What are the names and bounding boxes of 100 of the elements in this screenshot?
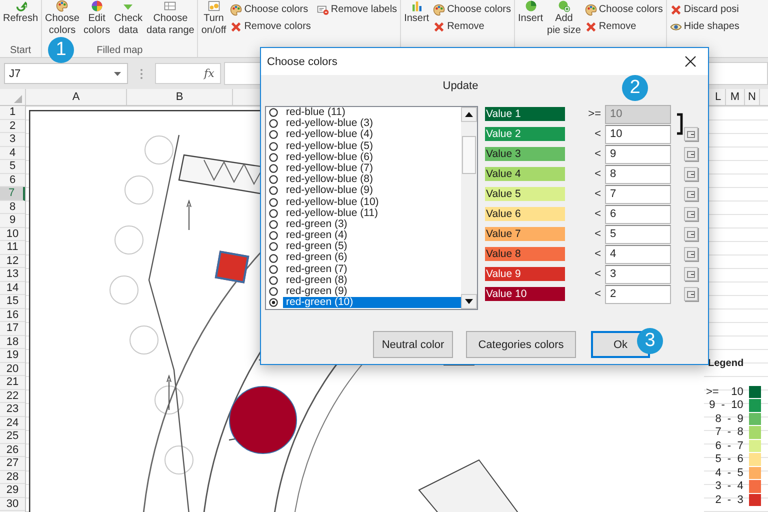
row-header[interactable]: 18 bbox=[0, 336, 25, 349]
row-header[interactable]: 25 bbox=[0, 430, 25, 444]
radio-button[interactable] bbox=[269, 254, 278, 263]
radio-button[interactable] bbox=[269, 119, 278, 128]
insert-function-button[interactable]: fx bbox=[204, 67, 214, 80]
row-header[interactable]: 26 bbox=[0, 444, 25, 457]
color-swatch[interactable]: Value 4 bbox=[485, 167, 565, 181]
row-header[interactable]: 29 bbox=[0, 484, 25, 498]
row-header[interactable]: 20 bbox=[0, 362, 25, 376]
row-header[interactable]: 5 bbox=[0, 160, 25, 174]
ribbon-button[interactable]: Remove bbox=[431, 18, 513, 35]
radio-button[interactable] bbox=[269, 164, 278, 174]
list-item[interactable]: red-yellow-blue (10) bbox=[283, 196, 461, 208]
threshold-input[interactable]: 7 bbox=[605, 184, 671, 204]
ribbon-button[interactable]: Insert bbox=[516, 0, 546, 26]
list-item[interactable]: red-yellow-blue (8) bbox=[283, 174, 461, 186]
radio-button[interactable] bbox=[269, 152, 278, 162]
threshold-input[interactable]: 3 bbox=[605, 264, 671, 284]
scrollbar-thumb[interactable] bbox=[462, 136, 476, 174]
ribbon-button[interactable]: Refresh bbox=[1, 0, 40, 26]
threshold-input[interactable]: 10 bbox=[605, 124, 671, 144]
ribbon-button[interactable]: Remove colors bbox=[228, 18, 313, 35]
row-header[interactable]: 8 bbox=[0, 200, 25, 214]
radio-button[interactable] bbox=[269, 220, 278, 229]
list-item[interactable]: red-green (7) bbox=[283, 264, 461, 275]
list-item[interactable]: red-green (6) bbox=[283, 252, 461, 264]
row-header[interactable]: 16 bbox=[0, 308, 25, 322]
color-swatch[interactable]: Value 10 bbox=[485, 287, 565, 301]
palette-list[interactable] bbox=[265, 106, 478, 310]
list-item[interactable]: red-yellow-blue (11) bbox=[283, 208, 461, 219]
row-header[interactable]: 24 bbox=[0, 416, 25, 430]
radio-button[interactable] bbox=[269, 231, 278, 240]
row-header[interactable]: 28 bbox=[0, 470, 25, 484]
dropdown-caret-icon[interactable] bbox=[114, 72, 121, 76]
list-item[interactable]: red-blue (11) bbox=[283, 107, 461, 118]
list-item[interactable]: red-yellow-blue (9) bbox=[283, 185, 461, 197]
row-header[interactable]: 4 bbox=[0, 146, 25, 160]
ribbon-button[interactable]: Choose colors bbox=[431, 1, 513, 18]
threshold-input[interactable]: 6 bbox=[605, 204, 671, 224]
row-header[interactable]: 22 bbox=[0, 390, 25, 403]
ribbon-button[interactable]: Hide shapes bbox=[668, 18, 742, 35]
range-select-button[interactable] bbox=[684, 167, 698, 181]
range-select-button[interactable] bbox=[684, 227, 698, 241]
color-swatch[interactable]: Value 5 bbox=[485, 187, 565, 201]
threshold-input[interactable]: 5 bbox=[605, 224, 671, 244]
threshold-input[interactable]: 9 bbox=[605, 144, 671, 164]
row-header[interactable]: 2 bbox=[0, 120, 25, 133]
row-header[interactable]: 17 bbox=[0, 322, 25, 336]
radio-button[interactable] bbox=[269, 208, 278, 218]
ribbon-button[interactable]: Choose colors bbox=[582, 1, 665, 18]
row-header[interactable]: 10 bbox=[0, 228, 25, 241]
list-item[interactable]: red-yellow-blue (3) bbox=[283, 118, 461, 130]
close-icon[interactable] bbox=[685, 56, 696, 67]
color-swatch[interactable]: Value 7 bbox=[485, 227, 565, 241]
threshold-input[interactable]: 8 bbox=[605, 164, 671, 184]
column-header[interactable]: L bbox=[711, 89, 726, 105]
row-header[interactable]: 1 bbox=[0, 106, 25, 120]
row-header[interactable]: 19 bbox=[0, 349, 25, 362]
column-header[interactable]: M bbox=[726, 89, 745, 105]
list-item[interactable]: red-yellow-blue (4) bbox=[283, 129, 461, 141]
range-select-button[interactable] bbox=[684, 207, 698, 221]
update-label[interactable]: Update bbox=[442, 80, 478, 97]
column-header[interactable]: B bbox=[127, 89, 233, 105]
grip-icon[interactable] bbox=[140, 68, 143, 80]
range-select-button[interactable] bbox=[684, 287, 698, 301]
radio-button[interactable] bbox=[269, 142, 278, 151]
range-select-button[interactable] bbox=[684, 267, 698, 281]
list-item[interactable]: red-yellow-blue (5) bbox=[283, 140, 461, 152]
color-swatch[interactable]: Value 8 bbox=[485, 247, 565, 261]
list-item[interactable]: red-yellow-blue (7) bbox=[283, 162, 461, 174]
color-swatch[interactable]: Value 3 bbox=[485, 147, 565, 161]
list-item[interactable]: red-green (10) bbox=[283, 297, 461, 308]
list-item[interactable]: red-green (3) bbox=[283, 218, 461, 230]
radio-button[interactable] bbox=[269, 130, 278, 140]
radio-button[interactable] bbox=[269, 242, 278, 252]
color-swatch[interactable]: Value 2 bbox=[485, 127, 565, 141]
row-header[interactable]: 27 bbox=[0, 457, 25, 470]
row-header[interactable]: 23 bbox=[0, 403, 25, 416]
list-item[interactable]: red-green (9) bbox=[283, 286, 461, 298]
list-item[interactable]: red-yellow-blue (6) bbox=[283, 152, 461, 163]
threshold-input[interactable]: 2 bbox=[605, 284, 671, 304]
row-header[interactable]: 14 bbox=[0, 282, 25, 295]
ribbon-button[interactable]: Add pie size bbox=[545, 0, 583, 38]
ribbon-button[interactable]: Check data bbox=[112, 0, 145, 38]
radio-button[interactable] bbox=[269, 264, 278, 274]
list-item[interactable]: red-green (5) bbox=[283, 241, 461, 252]
name-box[interactable]: J7 bbox=[4, 63, 128, 84]
radio-button[interactable] bbox=[269, 198, 278, 207]
radio-button[interactable] bbox=[269, 108, 278, 118]
ribbon-button[interactable]: Choose data range bbox=[144, 0, 196, 38]
ribbon-button[interactable]: Turn on/off bbox=[199, 0, 228, 38]
ribbon-button[interactable]: Choose colors bbox=[228, 1, 313, 18]
row-header[interactable]: 21 bbox=[0, 376, 25, 390]
radio-button[interactable] bbox=[269, 175, 278, 184]
color-swatch[interactable]: Value 6 bbox=[485, 207, 565, 221]
list-item[interactable]: red-green (4) bbox=[283, 230, 461, 242]
row-header[interactable]: 30 bbox=[0, 498, 25, 511]
ribbon-button[interactable]: Choose colors bbox=[43, 0, 82, 38]
row-header[interactable]: 3 bbox=[0, 133, 25, 146]
range-select-button[interactable] bbox=[684, 147, 698, 161]
